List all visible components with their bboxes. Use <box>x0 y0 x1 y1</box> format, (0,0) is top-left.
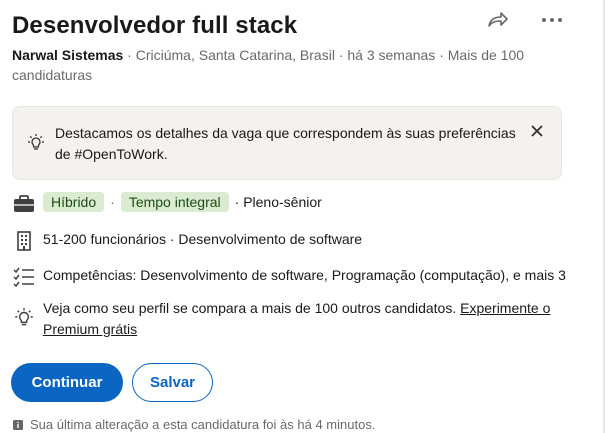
banner-text: Destacamos os detalhes da vaga que corre… <box>55 125 516 162</box>
briefcase-icon <box>12 192 36 216</box>
opentowork-banner: Destacamos os detalhes da vaga que corre… <box>12 106 562 180</box>
company-info-text: 51-200 funcionários · Desenvolvimento de… <box>43 231 363 247</box>
save-button[interactable]: Salvar <box>132 363 213 402</box>
premium-compare-text: Veja como seu perfil se compara a mais d… <box>43 300 457 316</box>
skills-row: Competências: Desenvolvimento de softwar… <box>12 265 566 289</box>
close-icon[interactable] <box>527 121 547 141</box>
job-type-row: Híbrido · Tempo integral · Pleno-sênior <box>12 192 322 216</box>
continue-button[interactable]: Continuar <box>11 363 123 402</box>
company-name[interactable]: Narwal Sistemas <box>12 47 123 63</box>
premium-text-block: Veja como seu perfil se compara a mais d… <box>43 298 563 340</box>
share-icon[interactable] <box>483 8 513 32</box>
workplace-type-badge: Híbrido <box>43 192 105 212</box>
checklist-icon <box>12 265 36 289</box>
skills-text[interactable]: Competências: Desenvolvimento de softwar… <box>43 265 566 286</box>
top-actions <box>483 8 567 32</box>
last-change-notice: Sua última alteração a esta candidatura … <box>12 416 375 433</box>
lightbulb-icon <box>12 306 36 330</box>
last-change-text: Sua última alteração a esta candidatura … <box>30 417 376 432</box>
info-icon <box>12 419 24 431</box>
company-info-row: 51-200 funcionários · Desenvolvimento de… <box>12 229 362 253</box>
job-title: Desenvolvedor full stack <box>12 12 298 39</box>
seniority-level: · Pleno-sênior <box>234 194 322 210</box>
building-icon <box>12 229 36 253</box>
separator: · <box>110 194 115 210</box>
more-options-icon[interactable] <box>537 8 567 32</box>
lightbulb-icon <box>26 133 46 158</box>
employment-type-badge: Tempo integral <box>120 192 229 212</box>
job-meta: Narwal Sistemas · Criciúma, Santa Catari… <box>12 45 572 85</box>
premium-row: Veja como seu perfil se compara a mais d… <box>12 298 572 340</box>
